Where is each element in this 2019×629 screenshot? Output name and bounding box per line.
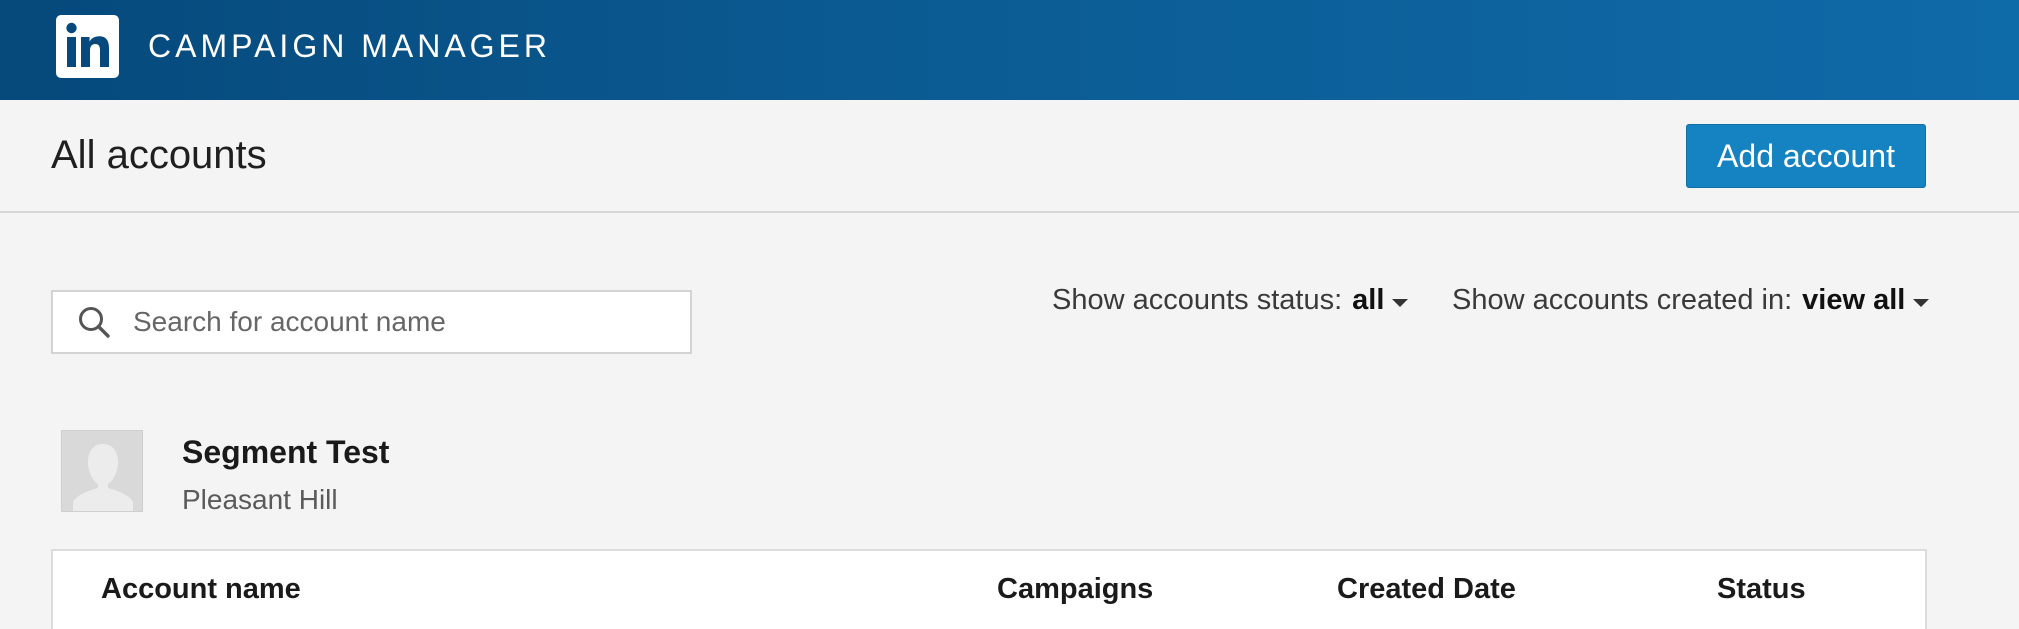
search-icon [75,303,115,348]
default-profile-icon [61,430,143,512]
accounts-table: Account name Campaigns Created Date Stat… [51,549,1927,629]
status-filter-dropdown[interactable]: Show accounts status: all [1052,284,1409,317]
page-title: All accounts [51,133,267,177]
status-filter-label: Show accounts status: [1052,284,1343,316]
status-filter-value[interactable]: all [1352,284,1384,317]
column-header-created-date[interactable]: Created Date [1337,573,1516,606]
account-location: Pleasant Hill [182,484,338,515]
created-filter-label: Show accounts created in: [1452,284,1793,316]
caret-down-icon[interactable] [1913,298,1930,307]
top-navigation-bar: CAMPAIGN MANAGER [0,0,2019,100]
account-name[interactable]: Segment Test [182,434,389,471]
search-input[interactable] [133,300,673,344]
created-filter-dropdown[interactable]: Show accounts created in: view all [1452,284,1930,317]
created-filter-value[interactable]: view all [1802,284,1905,317]
app-title: CAMPAIGN MANAGER [148,28,551,64]
search-box[interactable] [51,290,692,354]
add-account-button[interactable]: Add account [1686,124,1926,188]
column-header-account-name[interactable]: Account name [101,573,301,606]
column-header-status[interactable]: Status [1717,573,1806,606]
linkedin-logo-icon[interactable] [56,15,119,78]
caret-down-icon[interactable] [1392,298,1409,307]
page-header: All accounts Add account [0,100,2019,213]
column-header-campaigns[interactable]: Campaigns [997,573,1153,606]
